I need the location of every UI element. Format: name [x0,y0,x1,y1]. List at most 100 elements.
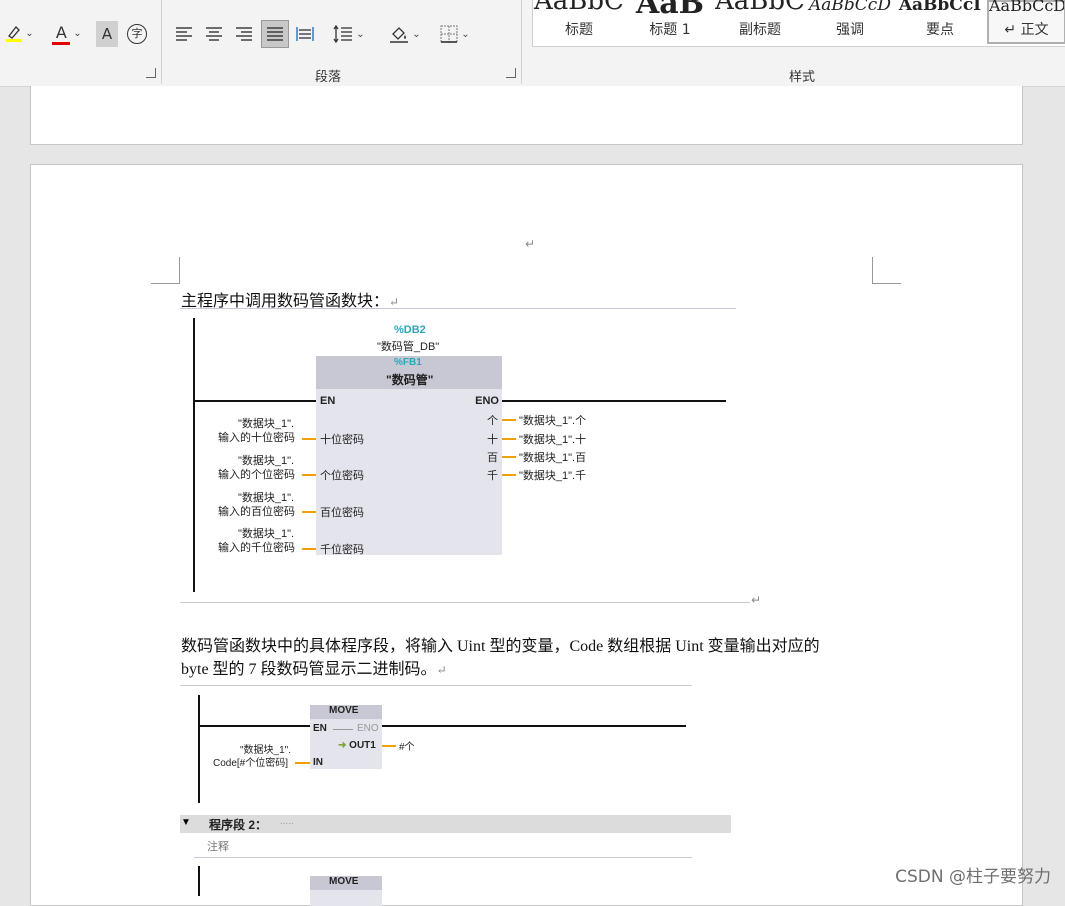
move-block-2[interactable]: MOVE [310,876,382,906]
move-title: MOVE [329,705,359,716]
en-pin: EN [320,395,336,407]
style-subtitle[interactable]: AaBbC 副标题 [715,0,805,44]
enclosed-char-icon: 字 [127,24,147,44]
style-title[interactable]: AaBbC 标题 [533,0,625,44]
align-right-button[interactable] [232,21,256,47]
fb-id: %FB1 [394,357,422,368]
align-center-button[interactable] [202,21,226,47]
input-wire [302,438,316,440]
in-var: Code[#个位密码] [213,758,289,769]
in-pin: IN [313,757,323,768]
ribbon: ⌄ A ⌄ A 字 ⌄ ⌄ ⌄ 段落 AaBbC 标题 AaB 标题 1 AaB… [0,0,1065,87]
eno-pin: ENO [357,723,379,734]
power-rail [193,318,195,592]
paragraph-group-label: 段落 [315,70,342,85]
output-var: "数据块_1".百 [519,452,587,464]
font-dialog-launcher-icon[interactable] [146,68,156,78]
move-title: MOVE [329,876,359,887]
collapse-triangle-icon[interactable]: ▼ [181,817,191,828]
line-spacing-button[interactable]: ⌄ [330,21,368,47]
figure-paragraph-mark: ↵ [751,593,762,607]
paragraph-dialog-launcher-icon[interactable] [506,68,516,78]
chevron-down-icon: ⌄ [25,27,34,39]
font-color-A-icon: A [52,25,71,45]
output-var: "数据块_1".千 [519,470,587,482]
figure-top-line [180,685,692,686]
paragraph-2[interactable]: 数码管函数块中的具体程序段，将输入 Uint 型的变量，Code 数组根据 Ui… [181,635,881,682]
output-pin: 千 [487,470,498,482]
chevron-down-icon: ⌄ [73,27,82,39]
output-pin: 百 [487,452,498,464]
db-id: %DB2 [394,324,426,336]
eno-wire [501,400,726,402]
style-strong[interactable]: AaBbCcI 要点 [895,0,985,44]
align-center-icon [206,27,222,41]
db-name: "数码管_DB" [377,341,440,353]
input-pin: 十位密码 [320,434,364,446]
line-spacing-icon [333,25,353,43]
en-pin: EN [313,723,327,734]
figure-fb-call[interactable]: %DB2 "数码管_DB" %FB1 "数码管" EN ENO 十位密码 个位密… [180,308,750,604]
out-var: #个 [399,742,415,753]
output-wire [502,456,516,458]
segment-dots: ..... [280,816,294,827]
align-left-icon [176,27,192,41]
input-wire [302,548,316,550]
figure-move-block[interactable]: MOVE EN ENO ➜ OUT1 IN #个 "数据块_1". Code[#… [180,685,740,906]
figure-top-line [180,308,736,309]
power-rail [198,866,200,896]
figure-bottom-line [180,602,750,603]
group-divider [161,0,162,84]
power-rail [198,695,200,803]
enclose-char-button[interactable]: 字 [126,21,148,47]
chevron-down-icon: ⌄ [412,28,421,40]
input-pin: 百位密码 [320,507,364,519]
justify-icon [267,27,283,41]
align-right-icon [236,27,252,41]
output-var: "数据块_1".十 [519,434,587,446]
highlighter-icon [6,24,23,42]
borders-icon [440,25,458,43]
distributed-button[interactable] [293,21,317,47]
output-wire [502,419,516,421]
segment-title: 程序段 2： [209,818,268,832]
fb-name: "数码管" [386,373,434,387]
style-heading-1[interactable]: AaB 标题 1 [625,0,715,44]
eno-wire [382,725,686,727]
input-wire [295,762,310,764]
styles-gallery: AaBbC 标题 AaB 标题 1 AaBbC 副标题 AaBbCcD 强调 A… [532,0,1065,47]
output-pin: 个 [487,415,498,427]
comment-line [194,857,692,858]
chevron-down-icon: ⌄ [461,28,470,40]
input-var: 输入的百位密码 [218,506,295,518]
input-var: 输入的个位密码 [218,469,295,481]
distributed-icon [296,27,314,41]
function-block[interactable]: %FB1 "数码管" EN ENO 十位密码 个位密码 百位密码 千位密码 个 … [316,356,502,556]
style-emphasis[interactable]: AaBbCcD 强调 [805,0,895,44]
output-wire [502,474,516,476]
char-shading-button[interactable]: A [96,21,118,47]
input-wire [302,511,316,513]
segment-comment: 注释 [207,841,229,853]
document-page-previous [30,86,1023,145]
group-divider [521,0,522,84]
margin-mark-left [151,257,180,284]
borders-button[interactable]: ⌄ [434,21,476,47]
segment-2-header[interactable]: ▼ 程序段 2： ..... [180,815,731,833]
en-eno-link [333,729,353,730]
input-var: 输入的十位密码 [218,432,295,444]
align-left-button[interactable] [172,21,196,47]
input-wire [302,474,316,476]
chevron-down-icon: ⌄ [356,28,365,40]
output-wire [382,745,396,747]
highlight-button[interactable]: ⌄ [0,20,40,46]
move-block[interactable]: MOVE EN ENO ➜ OUT1 IN [310,705,382,769]
justify-button[interactable] [261,20,289,48]
input-pin: 千位密码 [320,544,364,556]
output-pin: 十 [487,434,498,446]
shading-button[interactable]: ⌄ [384,21,426,47]
style-normal[interactable]: AaBbCcD ↵ 正文 [987,0,1065,44]
document-page[interactable]: ↵ 主程序中调用数码管函数块：↵ %DB2 "数码管_DB" %FB1 "数码管… [30,164,1023,906]
output-var: "数据块_1".个 [519,415,587,427]
font-color-button[interactable]: A ⌄ [46,20,88,46]
